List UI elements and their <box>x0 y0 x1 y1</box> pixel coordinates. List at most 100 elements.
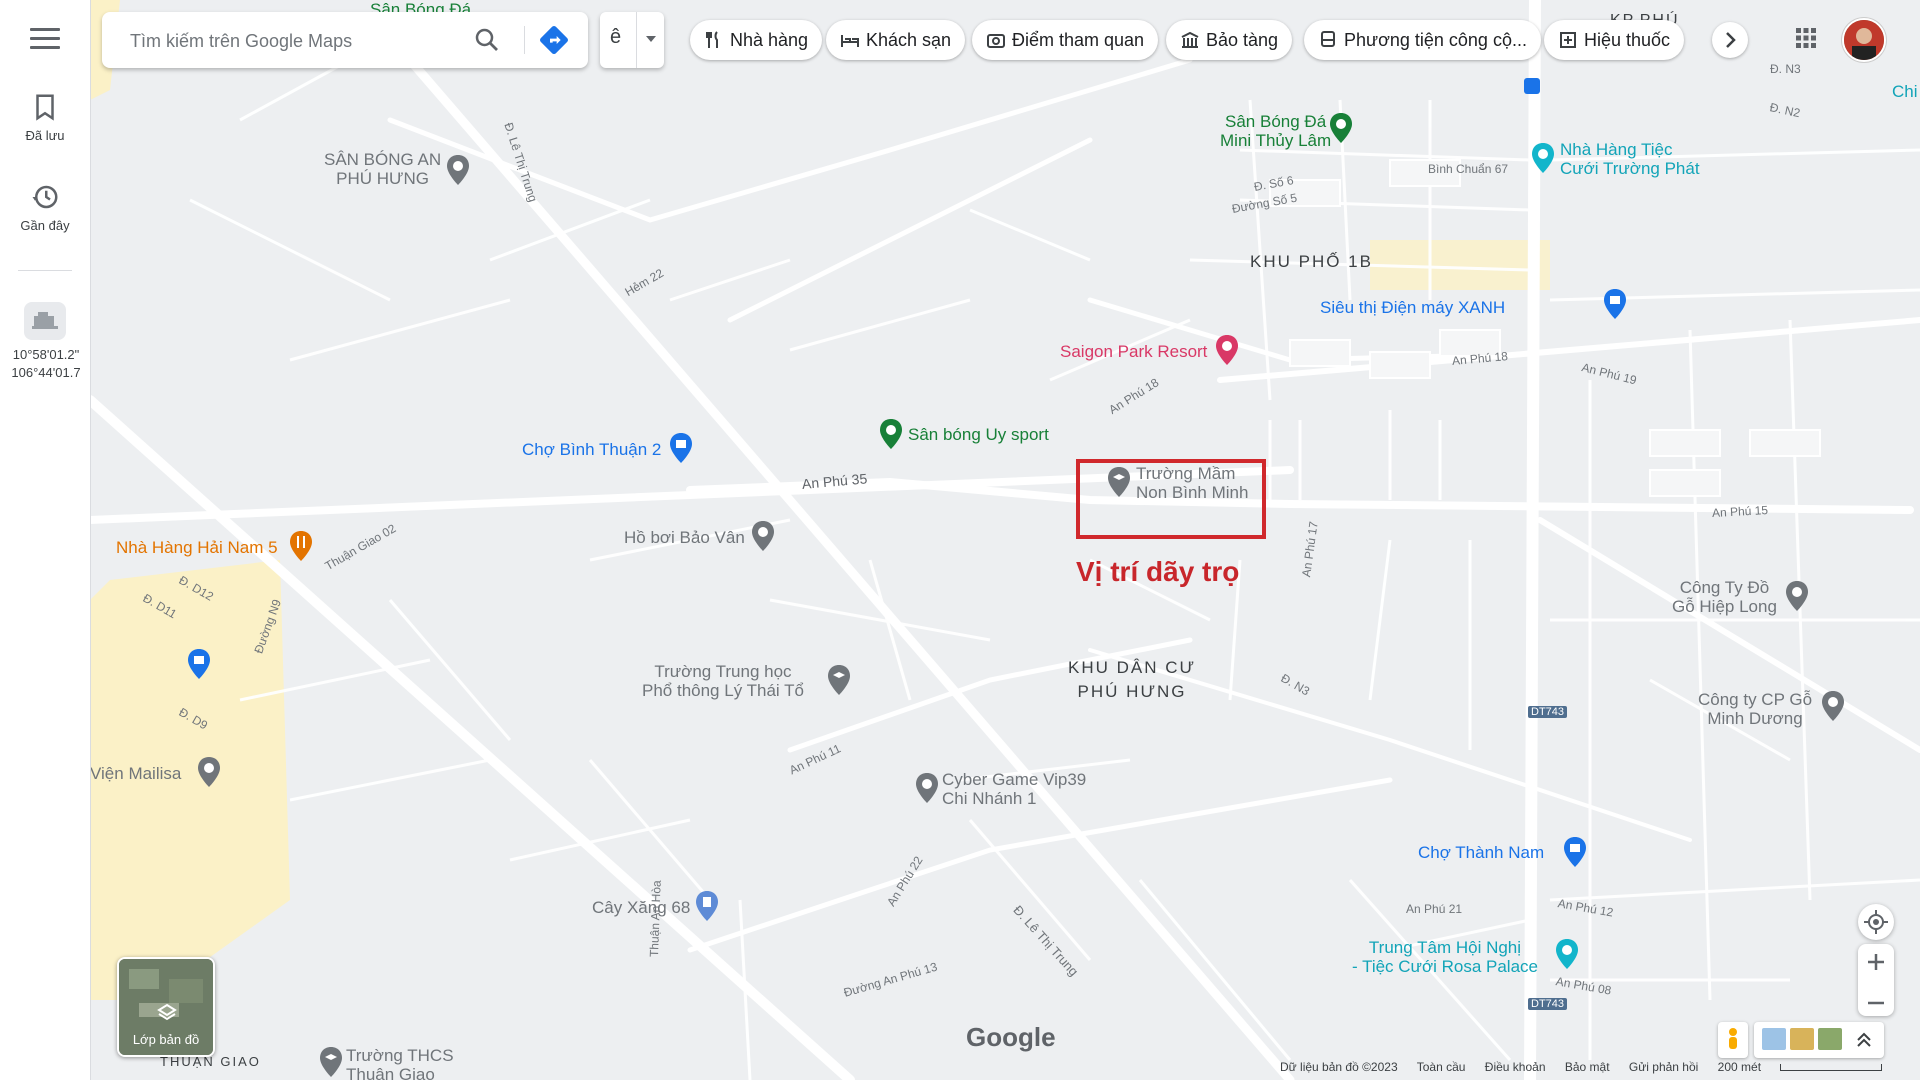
layers-button[interactable]: Lớp bản đồ <box>117 957 215 1057</box>
footer-feedback[interactable]: Gửi phản hồi <box>1629 1060 1698 1074</box>
zoom-in-icon[interactable] <box>1858 944 1894 980</box>
profile-photo-icon <box>1844 20 1884 60</box>
chip-transit[interactable]: Phương tiện công cộ... <box>1304 20 1541 60</box>
poi-cho-thanh-nam[interactable]: Chợ Thành Nam <box>1418 843 1544 862</box>
shopping-pin-icon[interactable] <box>1562 836 1588 868</box>
street-an-phu-21: An Phú 21 <box>1406 902 1463 916</box>
shopping-pin-icon[interactable] <box>668 432 694 464</box>
poi-label-line-1: Trường THCS <box>346 1046 454 1065</box>
poi-go-minh-duong[interactable]: Công ty CP Gỗ Minh Dương <box>1698 690 1812 728</box>
gray-pin-icon[interactable] <box>1784 580 1810 612</box>
imagery-strip <box>1754 1022 1884 1058</box>
footer-privacy[interactable]: Bảo mật <box>1565 1060 1610 1074</box>
poi-label-line-1: Công ty CP Gỗ <box>1698 690 1813 709</box>
green-pin-icon[interactable] <box>1328 112 1354 144</box>
poi-san-bong-thuy-lam[interactable]: Sân Bóng Đá Mini Thủy Lâm <box>1220 112 1331 150</box>
resort-pin-icon[interactable] <box>1214 334 1240 366</box>
chip-hotels[interactable]: Khách sạn <box>826 20 966 60</box>
directions-icon[interactable] <box>538 24 570 56</box>
poi-ly-thai-to[interactable]: Trường Trung học Phổ thông Lý Thái Tổ <box>642 662 804 700</box>
left-rail: Đã lưu Gần đây 10°58'01.2" 106°44'01.7 <box>0 0 91 1080</box>
poi-cay-xang[interactable]: Cây Xăng 68 <box>592 898 690 917</box>
poi-label-line-2: - Tiệc Cưới Rosa Palace <box>1352 957 1538 976</box>
area-khu-pho-1b: KHU PHỐ 1B <box>1250 252 1373 271</box>
poi-cho-binh-thuan[interactable]: Chợ Bình Thuận 2 <box>522 440 661 459</box>
search-input[interactable] <box>128 26 462 56</box>
street-thuan-an-hoa: Thuận An Hòa <box>647 880 664 958</box>
gray-pin-icon[interactable] <box>914 772 940 804</box>
green-pin-icon[interactable] <box>878 418 904 450</box>
gray-pin-icon[interactable] <box>445 154 471 186</box>
saved-button[interactable]: Đã lưu <box>0 92 90 143</box>
gas-pin-icon[interactable] <box>694 890 720 922</box>
search-icon[interactable] <box>472 25 502 55</box>
poi-label-line-1: Cyber Game Vip39 <box>942 770 1087 789</box>
poi-go-hiep-long[interactable]: Công Ty Đồ Gỗ Hiệp Long <box>1672 578 1777 616</box>
saved-label: Đã lưu <box>25 128 65 143</box>
route-badge-dt743-b: DT743 <box>1528 998 1568 1010</box>
recent-coordinates[interactable]: 10°58'01.2" 106°44'01.7 <box>4 346 88 382</box>
shopping-pin-icon[interactable] <box>1602 288 1628 320</box>
area-kdc-line-2: PHÚ HƯNG <box>1077 682 1187 701</box>
poi-san-bong-uy[interactable]: Sân bóng Uy sport <box>908 425 1049 444</box>
chip-attractions[interactable]: Điểm tham quan <box>972 20 1159 60</box>
poi-rosa-palace[interactable]: Trung Tâm Hội Nghị - Tiệc Cưới Rosa Pala… <box>1352 938 1538 976</box>
layers-icon <box>157 1003 177 1021</box>
footer-terms[interactable]: Điều khoản <box>1485 1060 1546 1074</box>
recent-place-thumbnail[interactable] <box>24 302 66 340</box>
street-n3-top: Đ. N3 <box>1770 62 1801 76</box>
poi-label-line-2: Thuận Giao <box>346 1065 435 1080</box>
poi-saigon-park[interactable]: Saigon Park Resort <box>1060 342 1207 361</box>
pegman-button[interactable] <box>1718 1022 1748 1058</box>
chips-next-button[interactable] <box>1712 22 1748 58</box>
gray-pin-icon[interactable] <box>1820 690 1846 722</box>
poi-cyber-game[interactable]: Cyber Game Vip39 Chi Nhánh 1 <box>942 770 1086 808</box>
imagery-tile-3d[interactable] <box>1818 1028 1842 1050</box>
apps-grid-icon[interactable] <box>1794 26 1818 50</box>
footer-global[interactable]: Toàn cầu <box>1417 1060 1466 1074</box>
chip-museums[interactable]: Bảo tàng <box>1166 20 1293 60</box>
pink-pin-icon[interactable] <box>1530 142 1556 174</box>
gray-pin-icon[interactable] <box>196 756 222 788</box>
event-pin-icon[interactable] <box>1554 938 1580 970</box>
chip-pharmacy[interactable]: Hiệu thuốc <box>1544 20 1685 60</box>
chevron-right-icon <box>1726 32 1736 48</box>
bus-stop-icon[interactable] <box>1524 78 1540 94</box>
restaurant-pin-icon[interactable] <box>288 530 314 562</box>
poi-label-line-2: Mini Thủy Lâm <box>1220 131 1332 150</box>
poi-nha-hang-truong-phat[interactable]: Nhà Hàng Tiệc Cưới Trường Phát <box>1560 140 1700 178</box>
shopping-pin-icon[interactable] <box>186 648 212 680</box>
chip-label: Nhà hàng <box>730 30 809 50</box>
recent-button[interactable]: Gần đây <box>0 182 90 233</box>
gray-pin-icon[interactable] <box>750 520 776 552</box>
my-location-button[interactable] <box>1858 904 1894 940</box>
footer-map-data[interactable]: Dữ liệu bản đồ ©2023 <box>1280 1060 1398 1074</box>
area-kdc-phu-hung: KHU DÂN CƯ PHÚ HƯNG <box>1068 656 1196 704</box>
poi-label-line-1: Trường Trung học <box>654 662 792 681</box>
poi-nha-hang-hai-nam[interactable]: Nhà Hàng Hải Nam 5 <box>116 538 278 557</box>
chevron-down-icon[interactable] <box>646 36 656 42</box>
zoom-out-icon[interactable] <box>1858 985 1894 1021</box>
school-pin-icon[interactable] <box>318 1046 344 1078</box>
footer-scale[interactable]: 200 mét <box>1718 1060 1761 1074</box>
chip-restaurants[interactable]: Nhà hàng <box>690 20 823 60</box>
menu-icon[interactable] <box>30 28 60 52</box>
poi-label-line-2: Chi Nhánh 1 <box>942 789 1037 808</box>
poi-san-bong-an-phu-hung[interactable]: SÂN BÓNG AN PHÚ HƯNG <box>324 150 441 188</box>
poi-ho-boi-bao-van[interactable]: Hồ bơi Bảo Vân <box>624 528 745 547</box>
input-tool-char: ê <box>610 26 622 48</box>
poi-vien-mailisa[interactable]: Viện Mailisa <box>90 764 181 783</box>
imagery-tile-terrain[interactable] <box>1762 1028 1786 1050</box>
avatar[interactable] <box>1842 18 1886 62</box>
poi-dien-may-xanh[interactable]: Siêu thị Điện máy XANH <box>1320 298 1505 317</box>
poi-thcs-thuan-giao[interactable]: Trường THCS Thuận Giao <box>346 1046 454 1080</box>
poi-label-line-1: Công Ty Đồ <box>1679 578 1770 597</box>
poi-label-line-2: Minh Dương <box>1707 709 1803 728</box>
imagery-tile-satellite[interactable] <box>1790 1028 1814 1050</box>
input-tools-button[interactable]: ê <box>600 12 664 68</box>
map-canvas[interactable]: KHU PHỐ 1B KHU DÂN CƯ PHÚ HƯNG KP.PHÚ N … <box>90 0 1920 1080</box>
chip-label: Phương tiện công cộ... <box>1344 30 1527 50</box>
poi-label-line-1: Trung Tâm Hội Nghị <box>1368 938 1522 957</box>
school-pin-icon[interactable] <box>826 664 852 696</box>
expand-up-icon[interactable] <box>1854 1030 1874 1050</box>
